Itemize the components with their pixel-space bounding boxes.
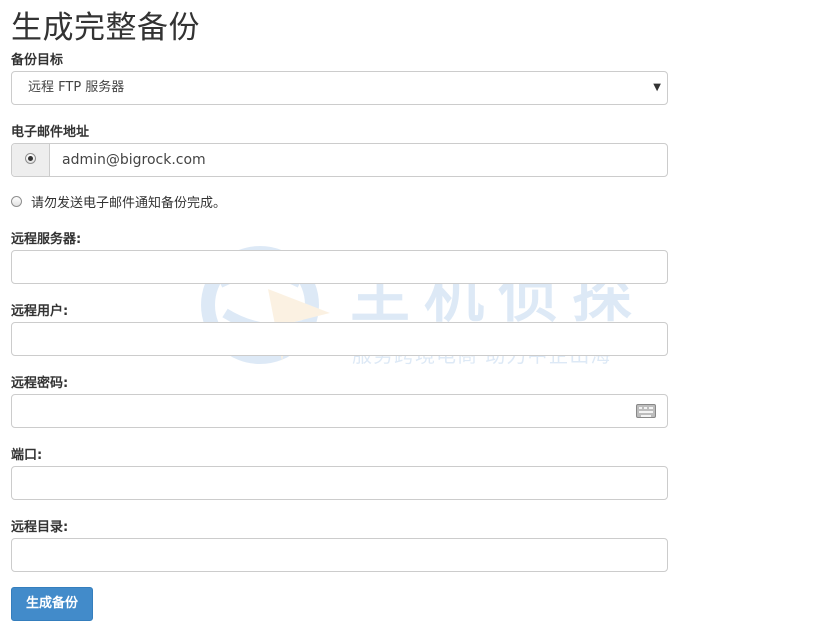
email-field[interactable]: admin@bigrock.com — [62, 144, 206, 176]
email-label: 电子邮件地址 — [11, 125, 90, 140]
remote-server-input[interactable] — [11, 250, 668, 284]
remote-server-label: 远程服务器: — [11, 232, 82, 247]
destination-label: 备份目标 — [11, 53, 64, 68]
port-label: 端口: — [11, 448, 43, 463]
remote-password-label: 远程密码: — [11, 376, 69, 391]
email-notify-radio[interactable] — [25, 153, 36, 164]
email-radio-addon — [12, 144, 50, 176]
keyboard-icon[interactable] — [636, 404, 656, 418]
port-input[interactable] — [11, 466, 668, 500]
remote-password-input[interactable] — [11, 394, 668, 428]
caret-down-icon: ▼ — [653, 82, 661, 93]
page-title: 生成完整备份 — [11, 10, 200, 46]
remote-user-input[interactable] — [11, 322, 668, 356]
no-email-label: 请勿发送电子邮件通知备份完成。 — [31, 196, 227, 211]
no-email-radio[interactable] — [11, 196, 22, 207]
destination-select[interactable]: 远程 FTP 服务器 ▼ — [11, 71, 668, 105]
email-input-group: admin@bigrock.com — [11, 143, 668, 177]
remote-user-label: 远程用户: — [11, 304, 69, 319]
backup-page: 生成完整备份 备份目标 远程 FTP 服务器 ▼ 电子邮件地址 admin@bi… — [0, 0, 831, 622]
generate-backup-button[interactable]: 生成备份 — [11, 587, 93, 621]
remote-dir-label: 远程目录: — [11, 520, 69, 535]
remote-dir-input[interactable] — [11, 538, 668, 572]
destination-selected-value: 远程 FTP 服务器 — [28, 80, 125, 95]
